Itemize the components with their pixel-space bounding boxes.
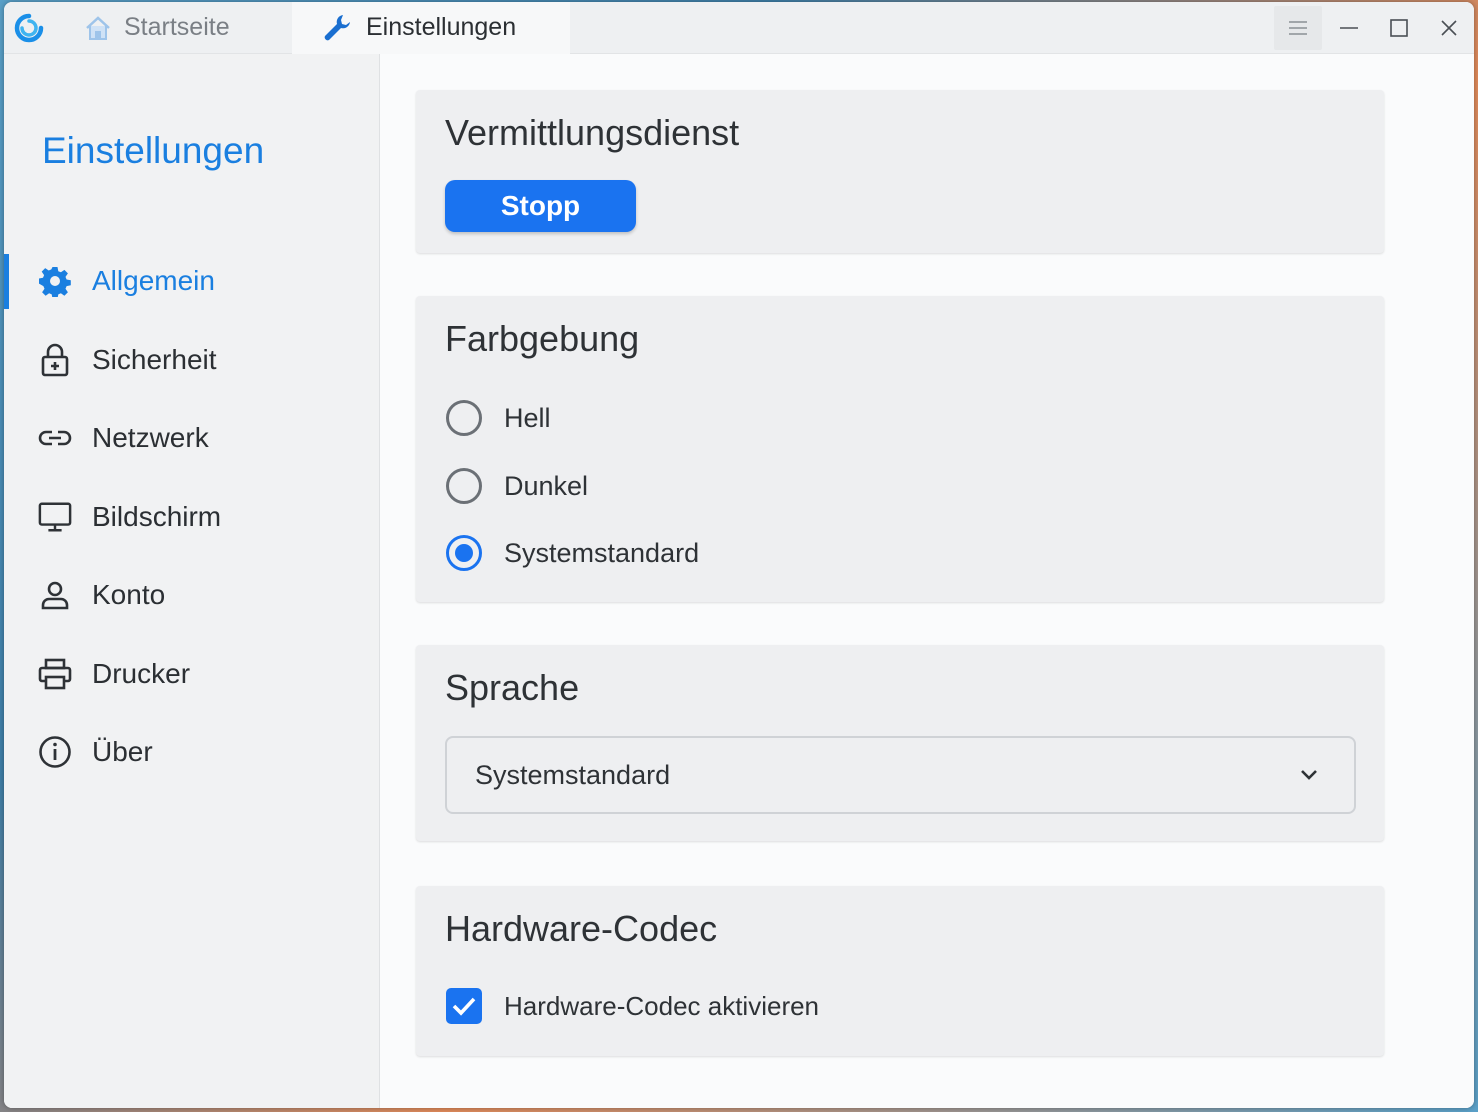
maximize-icon [1390,18,1408,37]
sidebar-item-label: Über [92,736,153,768]
theme-option-hell[interactable]: Hell [446,398,551,438]
tab-label: Startseite [124,13,230,41]
home-icon [84,15,112,41]
radio-systemstandard[interactable] [446,535,482,571]
printer-icon [38,657,72,691]
language-card: Sprache Systemstandard [416,645,1384,841]
theme-option-dunkel[interactable]: Dunkel [446,466,588,506]
checkmark-icon [452,997,476,1016]
sidebar-item-allgemein[interactable]: Allgemein [4,242,379,321]
wrench-icon [322,12,354,44]
sidebar: Einstellungen Allgemein Sicherheit Netzw… [4,54,380,1108]
chevron-down-icon [1298,762,1320,793]
app-window: Startseite Einstellungen Einstellungen A… [4,2,1474,1108]
sidebar-item-label: Konto [92,579,166,611]
minimize-icon [1340,26,1358,29]
language-select-value: Systemstandard [475,759,671,790]
sidebar-item-drucker[interactable]: Drucker [4,635,379,714]
lock-icon [38,343,72,377]
service-title: Vermittlungsdienst [445,112,740,153]
radio-label: Dunkel [504,470,589,501]
sidebar-item-netzwerk[interactable]: Netzwerk [4,399,379,478]
sidebar-item-ueber[interactable]: Über [4,713,379,792]
minimize-button[interactable] [1324,2,1374,54]
sidebar-item-label: Netzwerk [92,422,209,454]
info-icon [38,735,72,769]
settings-main: Vermittlungsdienst Stopp Farbgebung Hell… [380,54,1474,1108]
radio-dunkel[interactable] [446,468,482,504]
link-icon [38,421,72,455]
sidebar-item-label: Bildschirm [92,500,222,532]
hamburger-icon [1289,20,1307,35]
theme-option-systemstandard[interactable]: Systemstandard [446,533,699,573]
checkbox-label: Hardware-Codec aktivieren [504,990,820,1021]
service-card: Vermittlungsdienst Stopp [416,90,1384,253]
tab-label: Einstellungen [366,13,517,41]
codec-title: Hardware-Codec [445,908,718,949]
close-icon [1441,19,1457,36]
theme-title: Farbgebung [445,318,640,359]
sidebar-item-label: Sicherheit [92,343,217,375]
language-title: Sprache [445,667,580,708]
gear-icon [38,264,72,298]
title-bar: Startseite Einstellungen [4,2,1474,54]
radio-hell[interactable] [446,400,482,436]
menu-button[interactable] [1274,5,1322,50]
close-button[interactable] [1424,2,1474,54]
codec-option[interactable]: Hardware-Codec aktivieren [446,986,819,1026]
monitor-icon [38,500,72,534]
person-icon [38,578,72,612]
maximize-button[interactable] [1374,2,1424,54]
tab-einstellungen[interactable]: Einstellungen [292,2,570,54]
radio-label: Systemstandard [504,537,700,568]
sidebar-item-sicherheit[interactable]: Sicherheit [4,321,379,400]
tab-startseite[interactable]: Startseite [54,2,292,54]
codec-card: Hardware-Codec Hardware-Codec aktivieren [416,886,1384,1056]
sidebar-item-bildschirm[interactable]: Bildschirm [4,478,379,557]
sidebar-nav: Allgemein Sicherheit Netzwerk Bildschirm… [4,242,379,792]
sidebar-item-label: Allgemein [92,265,215,297]
theme-card: Farbgebung Hell Dunkel Systemstandard [416,296,1384,602]
sidebar-item-konto[interactable]: Konto [4,556,379,635]
codec-checkbox[interactable] [446,988,482,1024]
stop-service-button[interactable]: Stopp [445,180,636,232]
language-select[interactable]: Systemstandard [445,736,1356,814]
sidebar-item-label: Drucker [92,657,191,689]
sidebar-title: Einstellungen [42,130,265,171]
app-logo-icon [4,2,54,54]
radio-label: Hell [504,402,551,433]
